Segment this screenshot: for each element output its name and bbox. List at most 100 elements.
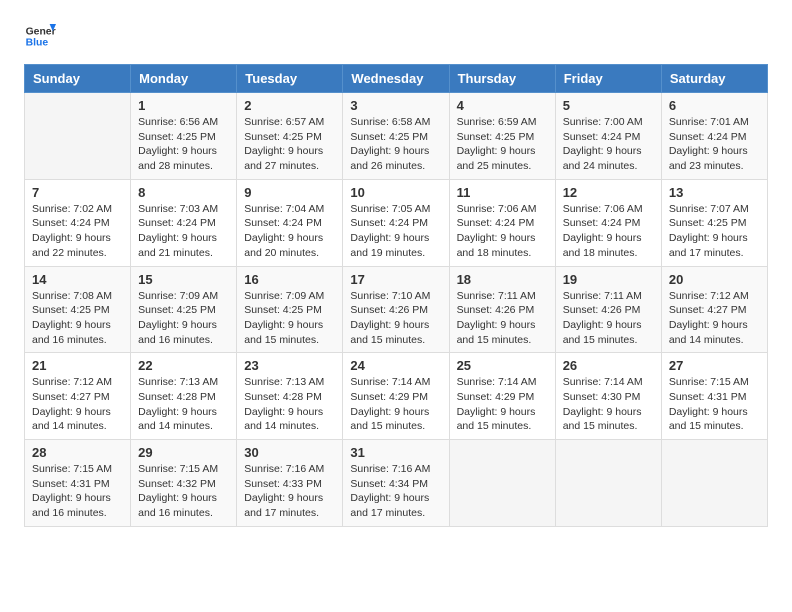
- calendar-cell: 9 Sunrise: 7:04 AMSunset: 4:24 PMDaylight…: [237, 179, 343, 266]
- day-number: 31: [350, 445, 441, 460]
- calendar-cell: 5 Sunrise: 7:00 AMSunset: 4:24 PMDaylight…: [555, 93, 661, 180]
- day-number: 29: [138, 445, 229, 460]
- calendar-cell: 23Sunrise: 7:13 AMSunset: 4:28 PMDayligh…: [237, 353, 343, 440]
- day-number: 23: [244, 358, 335, 373]
- day-info: Sunrise: 7:10 AMSunset: 4:26 PMDaylight:…: [350, 289, 441, 348]
- day-number: 2: [244, 98, 335, 113]
- calendar-cell: 3 Sunrise: 6:58 AMSunset: 4:25 PMDaylight…: [343, 93, 449, 180]
- day-info: Sunrise: 7:05 AMSunset: 4:24 PMDaylight:…: [350, 202, 441, 261]
- calendar-cell: 25Sunrise: 7:14 AMSunset: 4:29 PMDayligh…: [449, 353, 555, 440]
- day-number: 1: [138, 98, 229, 113]
- calendar-cell: 14 Sunrise: 7:08 AMSunset: 4:25 PMDayligh…: [25, 266, 131, 353]
- day-number: 7: [32, 185, 123, 200]
- column-header-tuesday: Tuesday: [237, 65, 343, 93]
- calendar-cell: 20 Sunrise: 7:12 AMSunset: 4:27 PMDayligh…: [661, 266, 767, 353]
- calendar-cell: 31 Sunrise: 7:16 AMSunset: 4:34 PMDayligh…: [343, 440, 449, 527]
- day-info: Sunrise: 7:03 AMSunset: 4:24 PMDaylight:…: [138, 202, 229, 261]
- day-number: 15: [138, 272, 229, 287]
- calendar-week-row: 28 Sunrise: 7:15 AMSunset: 4:31 PMDayligh…: [25, 440, 768, 527]
- day-number: 3: [350, 98, 441, 113]
- page-header: General Blue: [24, 20, 768, 52]
- day-number: 17: [350, 272, 441, 287]
- logo-icon: General Blue: [24, 20, 56, 52]
- calendar-cell: 12 Sunrise: 7:06 AMSunset: 4:24 PMDayligh…: [555, 179, 661, 266]
- day-number: 24: [350, 358, 441, 373]
- calendar-cell: 17 Sunrise: 7:10 AMSunset: 4:26 PMDayligh…: [343, 266, 449, 353]
- calendar-cell: 28 Sunrise: 7:15 AMSunset: 4:31 PMDayligh…: [25, 440, 131, 527]
- day-number: 28: [32, 445, 123, 460]
- day-info: Sunrise: 6:57 AMSunset: 4:25 PMDaylight:…: [244, 115, 335, 174]
- day-number: 13: [669, 185, 760, 200]
- calendar-week-row: 7Sunrise: 7:02 AMSunset: 4:24 PMDaylight…: [25, 179, 768, 266]
- day-number: 9: [244, 185, 335, 200]
- day-number: 10: [350, 185, 441, 200]
- day-info: Sunrise: 7:04 AMSunset: 4:24 PMDaylight:…: [244, 202, 335, 261]
- day-number: 8: [138, 185, 229, 200]
- day-number: 20: [669, 272, 760, 287]
- calendar-cell: 16 Sunrise: 7:09 AMSunset: 4:25 PMDayligh…: [237, 266, 343, 353]
- day-info: Sunrise: 7:15 AMSunset: 4:31 PMDaylight:…: [32, 462, 123, 521]
- day-info: Sunrise: 6:58 AMSunset: 4:25 PMDaylight:…: [350, 115, 441, 174]
- calendar-cell: 19Sunrise: 7:11 AMSunset: 4:26 PMDayligh…: [555, 266, 661, 353]
- calendar-cell: 30Sunrise: 7:16 AMSunset: 4:33 PMDayligh…: [237, 440, 343, 527]
- calendar-cell: 26 Sunrise: 7:14 AMSunset: 4:30 PMDayligh…: [555, 353, 661, 440]
- day-info: Sunrise: 7:15 AMSunset: 4:31 PMDaylight:…: [669, 375, 760, 434]
- column-header-friday: Friday: [555, 65, 661, 93]
- calendar-cell: 29 Sunrise: 7:15 AMSunset: 4:32 PMDayligh…: [131, 440, 237, 527]
- calendar-cell: 21 Sunrise: 7:12 AMSunset: 4:27 PMDayligh…: [25, 353, 131, 440]
- day-number: 12: [563, 185, 654, 200]
- calendar-header-row: SundayMondayTuesdayWednesdayThursdayFrid…: [25, 65, 768, 93]
- day-info: Sunrise: 7:15 AMSunset: 4:32 PMDaylight:…: [138, 462, 229, 521]
- calendar-cell: 1 Sunrise: 6:56 AMSunset: 4:25 PMDaylight…: [131, 93, 237, 180]
- day-info: Sunrise: 7:07 AMSunset: 4:25 PMDaylight:…: [669, 202, 760, 261]
- logo: General Blue: [24, 20, 56, 52]
- day-info: Sunrise: 7:08 AMSunset: 4:25 PMDaylight:…: [32, 289, 123, 348]
- column-header-sunday: Sunday: [25, 65, 131, 93]
- day-number: 27: [669, 358, 760, 373]
- day-number: 21: [32, 358, 123, 373]
- day-info: Sunrise: 7:14 AMSunset: 4:30 PMDaylight:…: [563, 375, 654, 434]
- day-info: Sunrise: 7:06 AMSunset: 4:24 PMDaylight:…: [563, 202, 654, 261]
- calendar-week-row: 21 Sunrise: 7:12 AMSunset: 4:27 PMDayligh…: [25, 353, 768, 440]
- day-number: 16: [244, 272, 335, 287]
- svg-text:Blue: Blue: [26, 38, 49, 49]
- calendar-table: SundayMondayTuesdayWednesdayThursdayFrid…: [24, 64, 768, 527]
- calendar-cell: 10 Sunrise: 7:05 AMSunset: 4:24 PMDayligh…: [343, 179, 449, 266]
- calendar-cell: 2 Sunrise: 6:57 AMSunset: 4:25 PMDaylight…: [237, 93, 343, 180]
- day-info: Sunrise: 6:59 AMSunset: 4:25 PMDaylight:…: [457, 115, 548, 174]
- calendar-cell: 8 Sunrise: 7:03 AMSunset: 4:24 PMDaylight…: [131, 179, 237, 266]
- day-info: Sunrise: 7:11 AMSunset: 4:26 PMDaylight:…: [563, 289, 654, 348]
- calendar-cell: 15 Sunrise: 7:09 AMSunset: 4:25 PMDayligh…: [131, 266, 237, 353]
- calendar-cell: [555, 440, 661, 527]
- calendar-cell: 4 Sunrise: 6:59 AMSunset: 4:25 PMDaylight…: [449, 93, 555, 180]
- day-number: 30: [244, 445, 335, 460]
- day-number: 26: [563, 358, 654, 373]
- calendar-week-row: 14 Sunrise: 7:08 AMSunset: 4:25 PMDayligh…: [25, 266, 768, 353]
- calendar-cell: 22Sunrise: 7:13 AMSunset: 4:28 PMDayligh…: [131, 353, 237, 440]
- calendar-cell: 27 Sunrise: 7:15 AMSunset: 4:31 PMDayligh…: [661, 353, 767, 440]
- day-number: 6: [669, 98, 760, 113]
- day-number: 4: [457, 98, 548, 113]
- day-number: 11: [457, 185, 548, 200]
- calendar-cell: [25, 93, 131, 180]
- calendar-cell: 24Sunrise: 7:14 AMSunset: 4:29 PMDayligh…: [343, 353, 449, 440]
- day-info: Sunrise: 7:11 AMSunset: 4:26 PMDaylight:…: [457, 289, 548, 348]
- day-info: Sunrise: 7:13 AMSunset: 4:28 PMDaylight:…: [138, 375, 229, 434]
- day-number: 5: [563, 98, 654, 113]
- day-info: Sunrise: 7:06 AMSunset: 4:24 PMDaylight:…: [457, 202, 548, 261]
- calendar-cell: 11 Sunrise: 7:06 AMSunset: 4:24 PMDayligh…: [449, 179, 555, 266]
- column-header-thursday: Thursday: [449, 65, 555, 93]
- day-info: Sunrise: 7:12 AMSunset: 4:27 PMDaylight:…: [669, 289, 760, 348]
- calendar-cell: [449, 440, 555, 527]
- calendar-cell: 18Sunrise: 7:11 AMSunset: 4:26 PMDayligh…: [449, 266, 555, 353]
- calendar-cell: 6Sunrise: 7:01 AMSunset: 4:24 PMDaylight…: [661, 93, 767, 180]
- day-info: Sunrise: 7:00 AMSunset: 4:24 PMDaylight:…: [563, 115, 654, 174]
- day-info: Sunrise: 7:12 AMSunset: 4:27 PMDaylight:…: [32, 375, 123, 434]
- day-info: Sunrise: 7:09 AMSunset: 4:25 PMDaylight:…: [244, 289, 335, 348]
- day-info: Sunrise: 7:16 AMSunset: 4:34 PMDaylight:…: [350, 462, 441, 521]
- column-header-saturday: Saturday: [661, 65, 767, 93]
- day-number: 25: [457, 358, 548, 373]
- day-info: Sunrise: 7:09 AMSunset: 4:25 PMDaylight:…: [138, 289, 229, 348]
- day-number: 14: [32, 272, 123, 287]
- day-info: Sunrise: 6:56 AMSunset: 4:25 PMDaylight:…: [138, 115, 229, 174]
